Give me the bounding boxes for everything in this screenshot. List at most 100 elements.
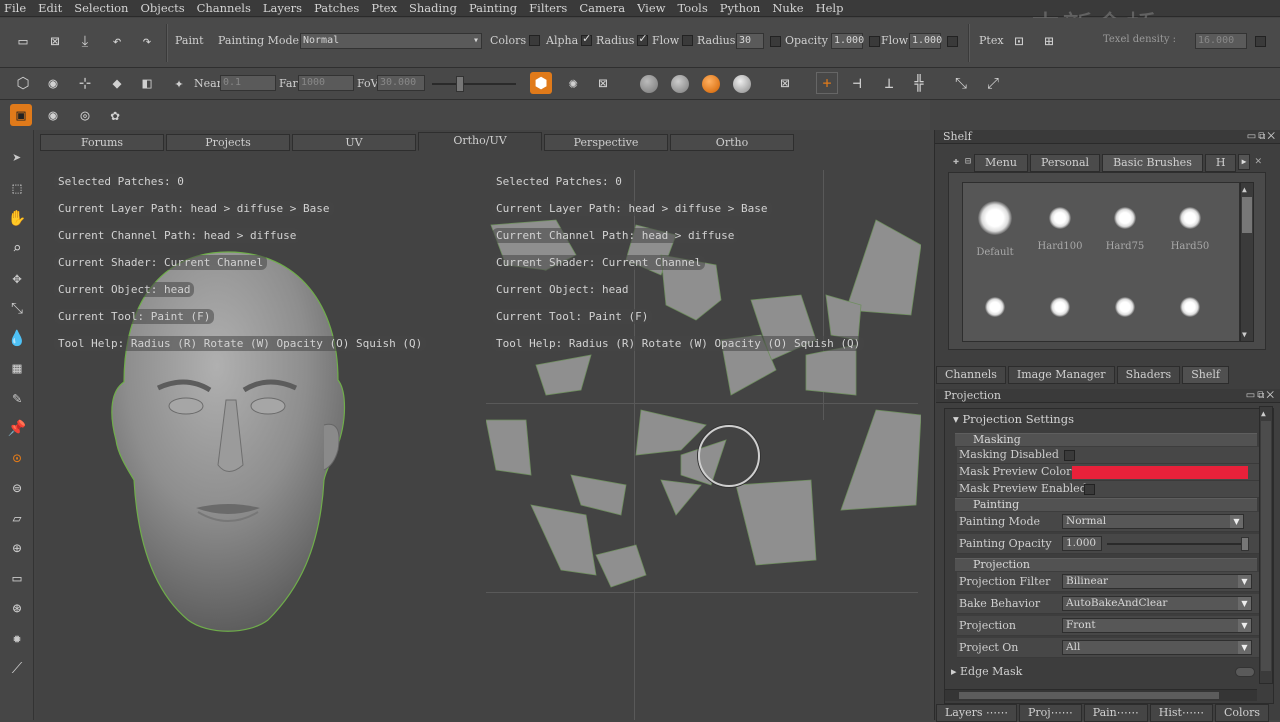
- scale-icon[interactable]: ⤡: [7, 298, 27, 318]
- mask-preview-color-swatch[interactable]: [1072, 466, 1248, 479]
- sphere-shiny-icon[interactable]: [733, 75, 751, 93]
- radius-pressure-checkbox[interactable]: [770, 36, 781, 47]
- projection-settings-header[interactable]: ▾ Projection Settings: [953, 411, 1074, 427]
- menu-selection[interactable]: Selection: [74, 1, 128, 15]
- tab-orthouv[interactable]: Ortho/UV: [418, 132, 542, 151]
- save-file-icon[interactable]: ⤓: [74, 30, 96, 52]
- colors-checkbox[interactable]: [529, 35, 541, 46]
- frame-icon[interactable]: ⊠: [774, 72, 796, 94]
- brush-item[interactable]: Hard75: [1095, 201, 1155, 252]
- edge-mask-row[interactable]: ▸ Edge Mask: [951, 665, 1022, 678]
- menu-layers[interactable]: Layers: [263, 1, 302, 15]
- uv-patches[interactable]: [486, 215, 921, 590]
- paint-mode-icon[interactable]: ⬢: [530, 72, 552, 94]
- radius-input[interactable]: 30: [736, 33, 764, 49]
- brush-item[interactable]: [1160, 291, 1220, 329]
- menu-painting[interactable]: Painting: [469, 1, 517, 15]
- blur-icon[interactable]: ⊕: [7, 538, 27, 558]
- visibility-options-icon[interactable]: ✿: [104, 104, 126, 126]
- dodge-icon[interactable]: ⊛: [7, 598, 27, 618]
- lighting-icon[interactable]: ✦: [168, 72, 190, 94]
- eyedropper-icon[interactable]: ✎: [7, 388, 27, 408]
- proj-painting-mode-select[interactable]: Normal ▼: [1062, 514, 1244, 529]
- snap-v-icon[interactable]: ⊥: [878, 72, 900, 94]
- panel-tab-channels[interactable]: Channels: [936, 366, 1006, 384]
- eye-icon[interactable]: ◉: [42, 104, 64, 126]
- frame-selection-icon[interactable]: ⊹: [74, 72, 96, 94]
- projection-h-scrollbar[interactable]: [945, 689, 1257, 701]
- shelf-tabs-next-icon[interactable]: ▶: [1238, 154, 1250, 170]
- texel-density-input[interactable]: 16.000: [1195, 33, 1247, 49]
- clone-icon[interactable]: ⊜: [7, 478, 27, 498]
- move-icon[interactable]: ✥: [7, 268, 27, 288]
- brush-item[interactable]: Default: [965, 201, 1025, 258]
- window-buttons-icon[interactable]: ▭⧉✕: [1247, 130, 1277, 143]
- tab-ortho[interactable]: Ortho: [670, 134, 794, 151]
- texel-density-checkbox[interactable]: [1255, 36, 1266, 47]
- snap-center-icon[interactable]: +: [816, 72, 838, 94]
- sphere-orange-icon[interactable]: [702, 75, 720, 93]
- brush-item[interactable]: Hard50: [1160, 201, 1220, 252]
- far-input[interactable]: 1000: [298, 75, 354, 91]
- near-input[interactable]: 0.1: [220, 75, 276, 91]
- ptex-settings-icon[interactable]: ⊞: [1038, 30, 1060, 52]
- projection-v-scrollbar[interactable]: ▲: [1259, 406, 1273, 684]
- tab-projects[interactable]: Projects: [166, 134, 290, 151]
- menu-objects[interactable]: Objects: [140, 1, 184, 15]
- edge-mask-toggle[interactable]: [1235, 667, 1255, 677]
- bake-behavior-select[interactable]: AutoBakeAndClear ▼: [1062, 596, 1252, 611]
- texture-icon[interactable]: ✹: [7, 628, 27, 648]
- panel-tab-imagemanager[interactable]: Image Manager: [1007, 366, 1115, 384]
- panel-tab-pain[interactable]: Pain⋯⋯: [1083, 704, 1148, 722]
- shelf-close-icon[interactable]: ✕: [1255, 154, 1262, 167]
- brush-item[interactable]: [1030, 291, 1090, 329]
- panel-tab-hist[interactable]: Hist⋯⋯: [1149, 704, 1213, 722]
- cube-icon[interactable]: ⬡: [12, 72, 34, 94]
- paint-buffer-icon[interactable]: ▣: [10, 104, 32, 126]
- paint-brush-icon[interactable]: ⊙: [7, 448, 27, 468]
- snap-h-icon[interactable]: ⊣: [846, 72, 868, 94]
- painting-opacity-input[interactable]: 1.000: [1062, 536, 1102, 551]
- sphere-gray-icon[interactable]: [640, 75, 658, 93]
- menu-tools[interactable]: Tools: [678, 1, 708, 15]
- painting-opacity-slider-handle[interactable]: [1241, 537, 1249, 551]
- zoom-icon[interactable]: ⌕: [7, 238, 27, 258]
- radius-checkbox[interactable]: [637, 32, 649, 46]
- menu-patches[interactable]: Patches: [314, 1, 359, 15]
- shelf-tab-personal[interactable]: Personal: [1029, 154, 1101, 172]
- menu-help[interactable]: Help: [816, 1, 844, 15]
- menu-ptex[interactable]: Ptex: [371, 1, 397, 15]
- eraser-icon[interactable]: ▱: [7, 508, 27, 528]
- dropper-icon[interactable]: ⟋: [7, 658, 27, 678]
- flow-pressure-checkbox[interactable]: [947, 36, 958, 47]
- head-model[interactable]: [98, 250, 358, 635]
- flow-checkbox[interactable]: [682, 35, 694, 46]
- gradient-icon[interactable]: ▭: [7, 568, 27, 588]
- flat-icon[interactable]: ◧: [136, 72, 158, 94]
- menu-camera[interactable]: Camera: [579, 1, 625, 15]
- painting-mode-select[interactable]: Normal ▾: [300, 33, 482, 49]
- undo-icon[interactable]: ↶: [106, 30, 128, 52]
- fov-slider-handle[interactable]: [456, 76, 464, 92]
- opacity-input[interactable]: 1.000: [831, 33, 864, 49]
- brush-item[interactable]: Hard100: [1030, 201, 1090, 252]
- pin-icon[interactable]: 📌: [7, 418, 27, 438]
- project-on-select[interactable]: All ▼: [1062, 640, 1252, 655]
- menu-channels[interactable]: Channels: [197, 1, 251, 15]
- fov-slider-track[interactable]: [432, 83, 516, 85]
- brush-item[interactable]: [965, 291, 1025, 329]
- shelf-scrollbar[interactable]: ▲ ▼: [1240, 182, 1254, 342]
- viewport[interactable]: Forums Projects UV Ortho/UV Perspective Ortho: [36, 130, 930, 720]
- projection-section[interactable]: Projection: [955, 558, 1257, 571]
- wireframe-icon[interactable]: ⊠: [592, 72, 614, 94]
- snap-grid-icon[interactable]: ╬: [908, 72, 930, 94]
- hand-pan-icon[interactable]: ✋: [7, 208, 27, 228]
- painting-opacity-slider[interactable]: [1107, 543, 1245, 545]
- projection-filter-select[interactable]: Bilinear ▼: [1062, 574, 1252, 589]
- panel-tab-layers[interactable]: Layers ⋯⋯: [936, 704, 1017, 722]
- light-mode-icon[interactable]: ✺: [562, 72, 584, 94]
- ptex-resize-icon[interactable]: ⊡: [1008, 30, 1030, 52]
- panel-tab-shaders[interactable]: Shaders: [1116, 366, 1181, 384]
- panel-tab-colors[interactable]: Colors: [1214, 704, 1270, 722]
- transform-off-icon[interactable]: ⤢: [982, 72, 1004, 94]
